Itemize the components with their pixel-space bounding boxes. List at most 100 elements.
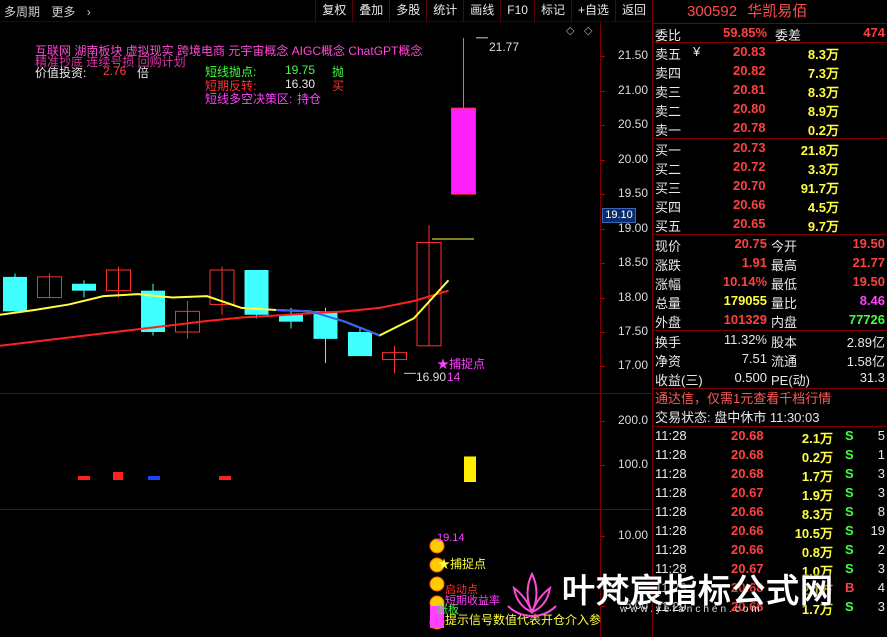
tick-row: 11:28 20.66 10.5万 S 19 [653, 522, 887, 541]
tick-time: 11:28 [655, 542, 687, 557]
tick-time: 11:28 [655, 523, 687, 538]
tick-row: 11:28 20.68 1.7万 S 3 [653, 465, 887, 484]
bid-price: 20.66 [733, 197, 766, 212]
volume-bar [219, 476, 231, 480]
bid-row[interactable]: 买二 20.72 3.3万 [653, 158, 887, 177]
price-axis-tick: 20.00 [617, 151, 648, 166]
diamond-icon[interactable]: ◇ [566, 24, 574, 37]
ask-row[interactable]: 卖一 20.78 0.2万 [653, 119, 887, 138]
tick-side: S [845, 504, 854, 519]
bid-row[interactable]: 买三 20.70 91.7万 [653, 177, 887, 196]
stat-label: 换手 [655, 335, 682, 350]
stat-value: 101329 [723, 312, 767, 327]
price-axis-tick-mark [601, 159, 605, 161]
tick-count: 5 [877, 428, 885, 443]
stat-value: 2.89亿 [846, 335, 885, 350]
candle-body [72, 283, 96, 291]
price-axis-tick: 21.00 [617, 82, 648, 97]
bid-row[interactable]: 买四 20.66 4.5万 [653, 196, 887, 215]
ask-row[interactable]: 卖五 ¥20.83 8.3万 [653, 43, 887, 62]
tick-volume: 0.2万 [801, 450, 833, 465]
stat-label: 总量 [655, 296, 682, 311]
ask-price: 20.83 [733, 44, 766, 59]
signal-axis-tick: 10.00 [617, 528, 648, 542]
tick-price: 20.68 [731, 466, 764, 481]
bid-price: 20.72 [733, 159, 766, 174]
tick-time: 11:28 [655, 504, 687, 519]
stat-value: 7.51 [741, 351, 767, 366]
price-axis-tick-mark [601, 332, 605, 333]
toolbar-button-8[interactable]: 返回 [614, 0, 652, 22]
bid-row[interactable]: 买五 20.65 9.7万 [653, 215, 887, 234]
stat-value: 20.75 [734, 236, 767, 251]
volume-bar [148, 476, 160, 480]
diamond-icon-2[interactable]: ◇ [584, 24, 592, 37]
price-chart-pane[interactable] [0, 22, 652, 394]
ask-volume: 8.3万 [807, 85, 839, 100]
weibi-label: 委比 [655, 28, 682, 43]
stat-label: 内盘 [771, 315, 798, 330]
stock-title[interactable]: 300592 华凯易佰 [653, 0, 887, 24]
tick-price: 20.66 [731, 504, 764, 519]
stat-value: 31.3 [859, 370, 885, 385]
ask-volume: 8.3万 [807, 47, 839, 62]
toolbar-button-0[interactable]: 复权 [315, 0, 352, 22]
period-selector[interactable]: 多周期 [4, 5, 40, 19]
bid-label: 买五 [655, 219, 682, 234]
toolbar-button-6[interactable]: 标记 [533, 0, 571, 22]
stat-value: 21.77 [852, 255, 885, 270]
toolbar-button-1[interactable]: 叠加 [352, 0, 389, 22]
toolbar-button-7[interactable]: +自选 [570, 0, 615, 22]
stat-value: 179055 [723, 293, 767, 308]
signal-capture-label: 捕捉点 [450, 557, 487, 571]
candle-body [451, 107, 476, 195]
signal-capture-point: ★捕捉点 [438, 555, 486, 572]
tick-time: 11:28 [655, 466, 687, 481]
price-axis-tick-mark [601, 263, 605, 265]
short-reverse-value: 16.30 [285, 77, 316, 91]
toolbar-button-2[interactable]: 多股 [389, 0, 426, 22]
stock-name: 华凯易佰 [747, 3, 808, 20]
ask-label: 卖一 [655, 123, 682, 138]
ask-row[interactable]: 卖四 20.82 7.3万 [653, 62, 887, 81]
volume-chart-canvas [78, 456, 476, 482]
tick-row: 11:28 20.66 0.8万 S 2 [653, 541, 887, 560]
level2-ad-link[interactable]: 通达信，仅需1元查看千档行情 [653, 388, 887, 408]
tick-count: 2 [877, 542, 885, 557]
watermark: 叶梵宸指标公式网 www.yefanchen.com [500, 560, 887, 637]
tick-count: 3 [877, 485, 885, 500]
quote-stats: 现价 20.75 今开 19.50 涨跌 1.91 最高 21.77 涨幅 10.14% 最低 19.… [653, 235, 887, 331]
tick-count: 8 [877, 504, 885, 519]
tick-side: S [845, 542, 854, 557]
tick-side: S [845, 485, 854, 500]
stat-row: 收益(三) 0.500 PE(动) 31.3 [653, 369, 887, 388]
stock-code: 300592 [687, 3, 738, 20]
tick-count: 19 [870, 523, 885, 538]
weicha-label: 委差 [775, 28, 802, 43]
decision-label: 短线多空决策区: [205, 92, 293, 106]
low-mark-label: 16.90 [416, 370, 447, 384]
decision-value: 持仓 [297, 92, 322, 106]
stat-label: 流通 [771, 354, 798, 369]
ask-row[interactable]: 卖三 20.81 8.3万 [653, 81, 887, 100]
ask-row[interactable]: 卖二 20.80 8.9万 [653, 100, 887, 119]
bid-label: 买四 [655, 200, 682, 215]
tick-volume: 8.3万 [801, 507, 833, 522]
tick-row: 11:28 20.68 0.2万 S 1 [653, 446, 887, 465]
volume-indicator-pane[interactable] [0, 394, 652, 510]
bid-row[interactable]: 买一 20.73 21.8万 [653, 139, 887, 158]
volume-axis-tick: 200.0 [617, 412, 648, 427]
tick-volume: 10.5万 [794, 526, 833, 541]
toolbar-button-3[interactable]: 统计 [426, 0, 463, 22]
price-axis-tick: 17.50 [617, 324, 648, 338]
toolbar-button-4[interactable]: 画线 [463, 0, 500, 22]
stat-value: 8.46 [859, 293, 885, 308]
high-mark-label: 21.77 [489, 40, 520, 54]
capture-point-label: 捕捉点 [449, 357, 486, 371]
more-menu[interactable]: 更多 › [51, 5, 98, 19]
ask-price: 20.78 [733, 120, 766, 135]
ask-volume: 8.9万 [807, 104, 839, 119]
toolbar-button-5[interactable]: F10 [500, 0, 534, 22]
stat-value: 11.32% [723, 332, 767, 347]
tick-row: 11:28 20.66 8.3万 S 8 [653, 503, 887, 522]
